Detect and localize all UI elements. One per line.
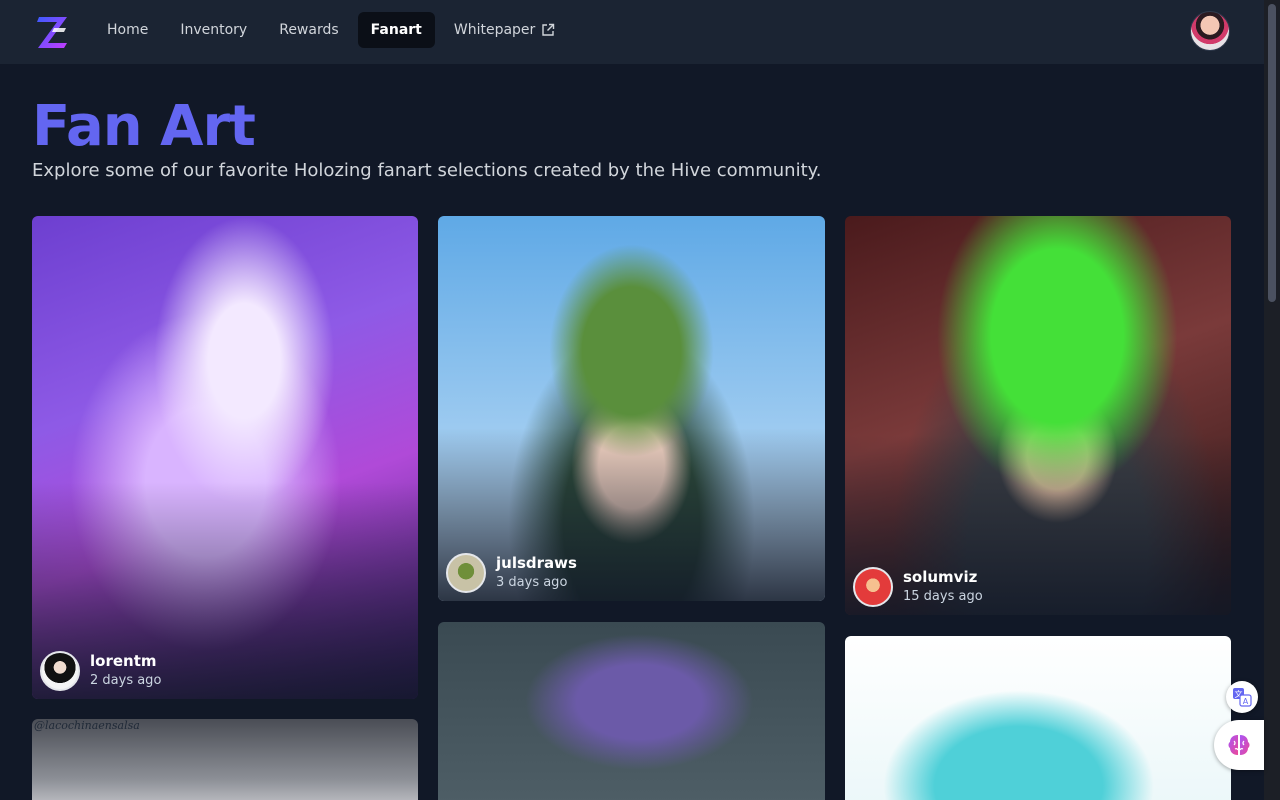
author-name: lorentm — [90, 652, 157, 670]
scrollbar-thumb[interactable] — [1268, 4, 1276, 302]
author-name: julsdraws — [496, 554, 577, 572]
main-nav: Home Inventory Rewards Fanart Whitepaper — [94, 12, 568, 48]
card-author: julsdraws 3 days ago — [446, 553, 577, 593]
author-avatar — [446, 553, 486, 593]
page-subtitle: Explore some of our favorite Holozing fa… — [32, 160, 822, 181]
external-link-icon — [542, 23, 555, 36]
nav-rewards[interactable]: Rewards — [266, 12, 351, 48]
nav-fanart-label: Fanart — [370, 22, 422, 38]
author-avatar — [853, 567, 893, 607]
nav-rewards-label: Rewards — [279, 22, 339, 38]
nav-inventory-label: Inventory — [180, 22, 248, 38]
fanart-card-6[interactable] — [845, 636, 1231, 800]
card-author: lorentm 2 days ago — [40, 651, 161, 691]
translate-icon: 文 A — [1233, 688, 1252, 707]
nav-home[interactable]: Home — [94, 12, 161, 48]
user-avatar[interactable] — [1190, 11, 1230, 51]
page-title: Fan Art — [32, 94, 256, 159]
fanart-card-lacochinaensalsa[interactable]: @lacochinaensalsa — [32, 719, 418, 800]
author-name: solumviz — [903, 568, 978, 586]
top-navbar: Home Inventory Rewards Fanart Whitepaper — [0, 0, 1264, 64]
fanart-card-5[interactable] — [438, 622, 825, 800]
nav-fanart[interactable]: Fanart — [357, 12, 435, 48]
post-time: 3 days ago — [496, 575, 568, 590]
nav-whitepaper-label: Whitepaper — [453, 22, 536, 38]
svg-text:A: A — [1243, 697, 1249, 706]
ai-assistant-button[interactable] — [1214, 720, 1264, 770]
page-scrollbar[interactable] — [1264, 0, 1280, 800]
nav-inventory[interactable]: Inventory — [167, 12, 260, 48]
post-time: 15 days ago — [903, 589, 983, 604]
nav-whitepaper[interactable]: Whitepaper — [441, 12, 568, 48]
fanart-card-julsdraws[interactable]: julsdraws 3 days ago — [438, 216, 825, 601]
artist-watermark: @lacochinaensalsa — [34, 719, 140, 732]
fanart-card-lorentm[interactable]: lorentm 2 days ago — [32, 216, 418, 699]
post-time: 2 days ago — [90, 673, 162, 688]
brain-icon — [1228, 735, 1250, 755]
holozing-logo[interactable] — [36, 14, 70, 50]
translate-button[interactable]: 文 A — [1226, 681, 1258, 713]
card-author: solumviz 15 days ago — [853, 567, 983, 607]
author-avatar — [40, 651, 80, 691]
fanart-card-solumviz[interactable]: solumviz 15 days ago — [845, 216, 1231, 615]
nav-home-label: Home — [107, 22, 149, 38]
